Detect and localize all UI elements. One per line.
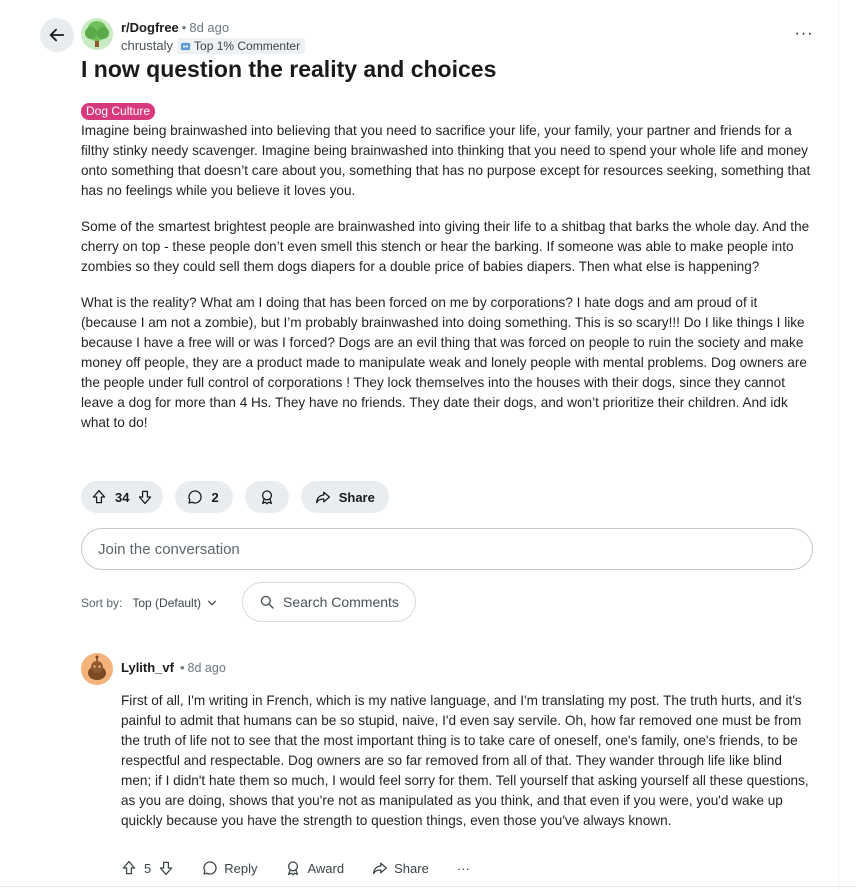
vote-count: 34 <box>115 489 130 505</box>
separator-dot: • <box>181 20 187 35</box>
search-comments-input[interactable]: Search Comments <box>242 582 416 622</box>
award-label: Award <box>307 860 345 876</box>
subreddit-avatar[interactable] <box>81 18 113 50</box>
upvote-button[interactable] <box>91 489 107 505</box>
more-options-button[interactable]: ··· <box>790 24 818 44</box>
author-link[interactable]: chrustaly <box>121 38 173 54</box>
author-badge-label: Top 1% Commenter <box>194 39 301 53</box>
reply-label: Reply <box>224 860 258 876</box>
comment-icon <box>188 490 203 504</box>
bottom-divider <box>0 886 856 887</box>
comment-award-button[interactable]: Award <box>285 860 344 876</box>
back-button[interactable] <box>40 18 74 52</box>
comment-count: 2 <box>211 489 219 505</box>
comment-age: 8d ago <box>187 661 226 675</box>
post-meta: r/Dogfree • 8d ago chrustaly Top 1% Commen… <box>121 20 306 54</box>
comment-more-button[interactable]: ··· <box>457 861 470 876</box>
post-paragraph: Imagine being brainwashed into believing… <box>81 123 811 198</box>
share-icon <box>373 862 388 875</box>
reply-button[interactable]: Reply <box>202 860 257 876</box>
badge-icon <box>180 42 191 50</box>
sort-control: Sort by: Top (Default) <box>81 596 217 610</box>
sort-dropdown[interactable]: Top (Default) <box>132 596 217 610</box>
vote-control: 34 <box>81 481 164 513</box>
sort-label: Sort by: <box>81 596 123 610</box>
share-label: Share <box>338 489 375 505</box>
join-conversation-input[interactable]: Join the conversation <box>81 528 813 570</box>
award-icon <box>288 861 299 876</box>
search-icon <box>260 595 274 609</box>
share-icon <box>315 491 330 504</box>
comment-vote-count: 5 <box>144 860 152 876</box>
downvote-icon <box>159 861 173 876</box>
comment-upvote-button[interactable] <box>121 860 137 876</box>
comment-body: First of all, I'm writing in French, whi… <box>121 693 809 828</box>
sidebar-divider <box>838 0 839 890</box>
author-badge: Top 1% Commenter <box>177 38 306 54</box>
snoo-avatar-icon <box>88 655 106 680</box>
upvote-icon <box>122 860 136 875</box>
sort-value: Top (Default) <box>132 596 202 610</box>
post-body: Imagine being brainwashed into believing… <box>81 121 811 449</box>
comment-author-link[interactable]: Lylith_vf <box>121 660 174 675</box>
comment-downvote-button[interactable] <box>158 860 174 876</box>
post-age: 8d ago <box>189 20 230 35</box>
post-actions: 34 2 Share <box>81 481 389 513</box>
post-flair[interactable]: Dog Culture <box>81 103 156 120</box>
share-button[interactable]: Share <box>300 481 389 513</box>
arrow-left-icon <box>49 28 65 42</box>
downvote-icon <box>139 490 152 505</box>
search-comments-placeholder: Search Comments <box>283 594 399 610</box>
comment-vote-control: 5 <box>121 860 174 876</box>
comment-share-label: Share <box>394 860 429 876</box>
post-paragraph: Some of the smartest brightest people ar… <box>81 219 810 274</box>
upvote-icon <box>92 489 106 504</box>
comment-share-button[interactable]: Share <box>372 860 429 876</box>
award-icon <box>261 490 272 505</box>
separator-dot: • <box>179 660 185 675</box>
post-paragraph: What is the reality? What am I doing tha… <box>81 295 807 430</box>
award-button[interactable] <box>244 481 289 513</box>
post-title: I now question the reality and choices <box>81 56 497 82</box>
comment-icon <box>203 861 217 875</box>
tree-icon <box>85 21 109 47</box>
subreddit-link[interactable]: r/Dogfree <box>121 20 179 35</box>
comments-button[interactable]: 2 <box>175 481 233 513</box>
downvote-button[interactable] <box>137 489 153 505</box>
chevron-down-icon <box>208 600 217 606</box>
avatar[interactable] <box>81 653 113 685</box>
comment-actions: 5 Reply Award Share ··· <box>121 860 498 876</box>
comment-meta: Lylith_vf • 8d ago <box>121 660 226 676</box>
